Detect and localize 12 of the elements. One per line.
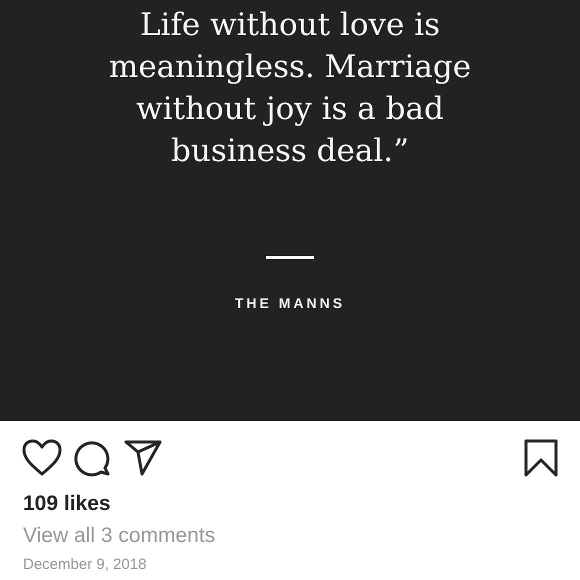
view-comments-link[interactable]: View all 3 comments [23,524,580,548]
quote-line: without joy is a bad [135,90,445,129]
quote-line: meaningless. Marriage [108,48,472,87]
post-date: December 9, 2018 [23,556,148,573]
quote-line: business deal.” [170,132,410,171]
heart-icon[interactable] [22,439,62,477]
quote-author: THE MANNS [234,295,346,311]
comment-icon[interactable] [74,439,112,477]
like-count: 109 likes [23,492,112,516]
quote-line: Life without love is [138,6,442,45]
bookmark-icon[interactable] [524,439,558,477]
send-icon[interactable] [124,440,162,476]
